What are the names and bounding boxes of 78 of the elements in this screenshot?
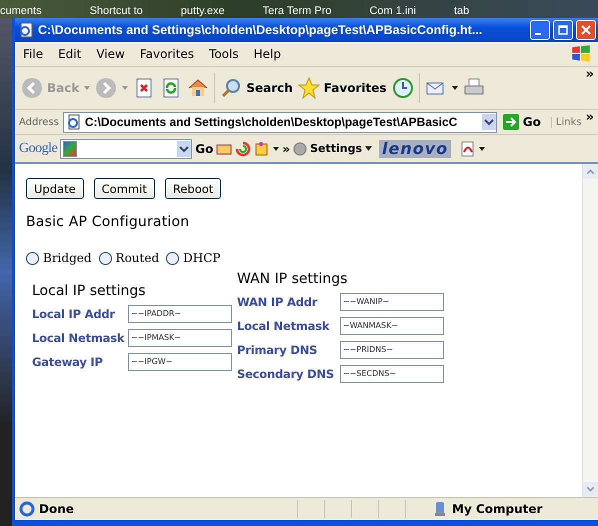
section-title: Local IP settings bbox=[32, 283, 147, 299]
field-label: Secondary DNS bbox=[237, 367, 336, 381]
input-field[interactable]: ~~IPGW~ bbox=[128, 353, 232, 371]
field-label: Local Netmask bbox=[237, 319, 330, 333]
address-field[interactable]: C:\Documents and Settings\cholden\Desktop\pageTest\APBasicC bbox=[62, 112, 497, 132]
form-button[interactable]: Commit bbox=[94, 178, 155, 199]
caret-icon[interactable] bbox=[273, 146, 280, 150]
links-label[interactable]: Links bbox=[550, 116, 582, 128]
form-button[interactable]: Update bbox=[26, 178, 84, 199]
window-title: C:\Documents and Settings\cholden\Desktop\pageTest\APBasicConfig.ht... bbox=[38, 23, 484, 37]
status-text: Done bbox=[39, 502, 74, 516]
caret-icon[interactable] bbox=[479, 146, 486, 150]
zone-text: My Computer bbox=[452, 502, 544, 516]
desktop-icon-label[interactable]: putty.exe bbox=[180, 5, 225, 18]
menu-item[interactable]: Help bbox=[254, 47, 281, 61]
input-field[interactable]: ~~WANIP~ bbox=[340, 293, 444, 311]
field-label: Local IP Addr bbox=[32, 307, 116, 321]
page-heading: Basic AP Configuration bbox=[26, 214, 190, 230]
menu-item[interactable]: Edit bbox=[58, 47, 82, 61]
menu-item[interactable]: Tools bbox=[209, 47, 239, 61]
menu-item[interactable]: File bbox=[23, 47, 44, 61]
go-button[interactable]: Go bbox=[500, 114, 547, 130]
desktop-icon-label[interactable]: tab bbox=[454, 5, 470, 18]
field-label: Primary DNS bbox=[237, 343, 318, 357]
minimize-button[interactable] bbox=[530, 20, 550, 40]
more-chevron[interactable]: » bbox=[282, 142, 290, 156]
settings-button[interactable]: Settings bbox=[293, 142, 372, 156]
arrow-icon bbox=[502, 114, 519, 130]
lenovo-logo: lenovo bbox=[379, 140, 452, 158]
input-field[interactable]: ~~SECDNS~ bbox=[340, 365, 444, 383]
input-field[interactable]: ~WANMASK~ bbox=[340, 317, 444, 335]
field-label: WAN IP Addr bbox=[237, 295, 318, 309]
radio-button[interactable] bbox=[26, 252, 39, 264]
circle-icon bbox=[293, 142, 308, 156]
form-button[interactable]: Reboot bbox=[164, 178, 222, 199]
more-chevron[interactable]: » bbox=[586, 110, 594, 125]
history-icon[interactable] bbox=[392, 77, 414, 99]
search-field[interactable] bbox=[60, 138, 192, 158]
browser-icon bbox=[19, 501, 35, 517]
address-label: Address bbox=[19, 116, 59, 128]
home-icon[interactable] bbox=[187, 77, 210, 99]
page-icon bbox=[19, 22, 35, 38]
maximize-icon bbox=[558, 25, 568, 35]
maximize-button[interactable] bbox=[553, 20, 573, 40]
menu-item[interactable]: Favorites bbox=[140, 47, 194, 61]
desktop-icon-label[interactable]: Tera Term Pro bbox=[262, 5, 332, 18]
desktop-icon-label[interactable]: cuments bbox=[0, 5, 42, 18]
section-title: WAN IP settings bbox=[237, 271, 348, 287]
google-logo: Google bbox=[19, 140, 58, 156]
radio-option[interactable]: Routed bbox=[98, 251, 160, 265]
more-chevron[interactable]: » bbox=[586, 67, 594, 82]
field-label: Local Netmask bbox=[32, 331, 126, 345]
menu-item[interactable]: View bbox=[96, 47, 125, 61]
search-button[interactable]: Search bbox=[220, 77, 293, 99]
radio-button[interactable] bbox=[166, 252, 180, 264]
close-icon bbox=[581, 25, 591, 35]
caret-icon bbox=[365, 146, 372, 151]
radio-button[interactable] bbox=[98, 252, 112, 264]
desktop-icon-label[interactable]: Shortcut to bbox=[90, 5, 143, 18]
go-button[interactable]: Go bbox=[195, 142, 214, 156]
radio-option[interactable]: Bridged bbox=[26, 251, 92, 265]
input-field[interactable]: ~~PRIDNS~ bbox=[340, 341, 444, 359]
favorites-button[interactable]: Favorites bbox=[298, 77, 387, 99]
dropdown-icon[interactable] bbox=[482, 114, 496, 130]
pdf-icon[interactable] bbox=[460, 140, 476, 156]
desktop-icon-label[interactable]: Com 1.ini bbox=[369, 5, 416, 18]
search-icon bbox=[220, 77, 242, 99]
field-label: Gateway IP bbox=[32, 355, 104, 369]
radio-option[interactable]: DHCP bbox=[166, 251, 220, 265]
input-field[interactable]: ~~IPADDR~ bbox=[128, 305, 232, 323]
close-button[interactable] bbox=[576, 20, 596, 40]
star-icon bbox=[298, 77, 320, 99]
computer-icon bbox=[432, 501, 448, 517]
page-icon bbox=[66, 114, 82, 130]
input-field[interactable]: ~~IPMASK~ bbox=[128, 329, 232, 347]
caret-icon[interactable] bbox=[452, 86, 458, 90]
dropdown-icon[interactable] bbox=[177, 140, 192, 156]
minimize-icon bbox=[535, 33, 541, 35]
